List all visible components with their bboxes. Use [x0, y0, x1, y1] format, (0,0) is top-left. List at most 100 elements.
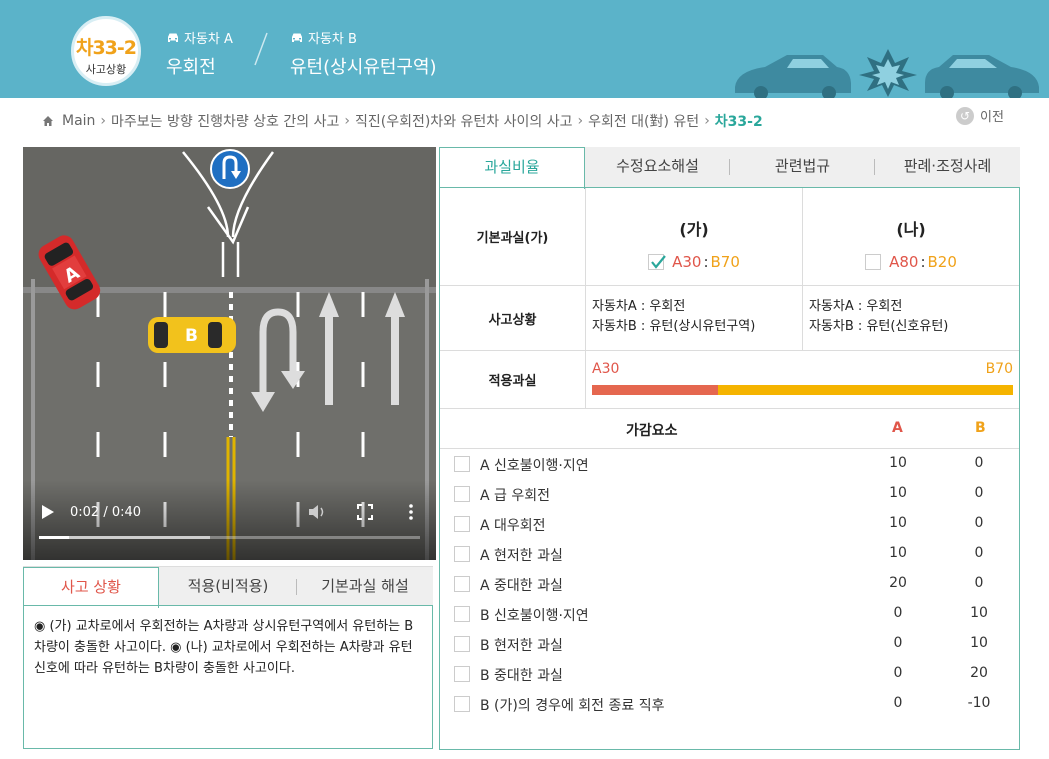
- situation-ga: 자동차A : 우회전 자동차B : 유턴(상시유턴구역): [586, 286, 803, 350]
- more-options-icon[interactable]: [407, 503, 415, 521]
- breadcrumb-current: 차33-2: [714, 114, 763, 130]
- vehicle-a-label: 자동차 A: [184, 32, 233, 47]
- option-ga-a: A30: [672, 253, 702, 271]
- situation-ga-line2: 자동차B : 유턴(상시유턴구역): [592, 319, 756, 334]
- modifier-checkbox[interactable]: [454, 486, 470, 502]
- car-icon: [292, 33, 302, 42]
- option-na-title: (나): [896, 220, 926, 239]
- modifier-checkbox[interactable]: [454, 636, 470, 652]
- modifier-b-value: -10: [967, 695, 991, 711]
- video-progress-bar[interactable]: [39, 536, 420, 539]
- modifier-checkbox[interactable]: [454, 576, 470, 592]
- modifier-checkbox[interactable]: [454, 546, 470, 562]
- option-na-a: A80: [889, 253, 919, 271]
- modifier-a-value: 0: [893, 695, 903, 711]
- modifiers-title: 가감요소: [626, 423, 678, 439]
- modifier-a-value: 20: [889, 575, 907, 591]
- tab-modifier-explain[interactable]: 수정요소해설: [585, 147, 730, 188]
- tab-modifier-explain-label: 수정요소해설: [616, 157, 699, 175]
- breadcrumb-level-2[interactable]: 직진(우회전)차와 유턴차 사이의 사고: [355, 111, 572, 131]
- modifier-b-value: 0: [974, 455, 984, 471]
- header-banner: 차33-2 사고상황 자동차 A 우회전 자동차 B 유턴(상시유턴구역): [0, 0, 1049, 98]
- modifier-b-value: 0: [974, 515, 984, 531]
- case-code: 차33-2: [75, 37, 137, 59]
- situation-na-line2: 자동차B : 유턴(신호유턴): [809, 319, 949, 334]
- modifier-row[interactable]: A 신호불이행·지연 10 0: [440, 449, 1019, 479]
- fault-ratio-panel: 기본과실(가) (가) A30: B70 (나) A80: B20 사고상황 자동차…: [439, 187, 1020, 750]
- vehicle-b-label: 자동차 B: [308, 32, 357, 47]
- prev-button[interactable]: ↺ 이전: [956, 106, 1004, 125]
- option-ga-checkbox[interactable]: [648, 254, 666, 270]
- modifier-b-value: 20: [970, 665, 988, 681]
- option-ga[interactable]: (가) A30: B70: [586, 188, 803, 285]
- modifier-a-value: 10: [889, 545, 907, 561]
- modifier-row[interactable]: B (가)의 경우에 회전 종료 직후 0 -10: [440, 689, 1019, 719]
- video-progress-fill: [39, 536, 70, 539]
- modifiers-header: 가감요소 A B: [440, 409, 1019, 449]
- car-b-letter: B: [185, 326, 198, 346]
- accident-video-player[interactable]: A B 0:02 / 0:40: [23, 147, 436, 560]
- situation-description: ◉ (가) 교차로에서 우회전하는 A차량과 상시유턴구역에서 유턴하는 B차량…: [23, 605, 433, 749]
- vehicle-a-info: 자동차 A 우회전: [166, 28, 233, 79]
- breadcrumb-level-3[interactable]: 우회전 대(對) 유턴: [588, 111, 699, 131]
- situation-na: 자동차A : 우회전 자동차B : 유턴(신호유턴): [803, 286, 1019, 350]
- modifier-checkbox[interactable]: [454, 666, 470, 682]
- situation-na-line1: 자동차A : 우회전: [809, 299, 903, 314]
- modifier-b-value: 10: [970, 605, 988, 621]
- breadcrumb-sep-icon: ›: [704, 113, 710, 129]
- tab-accident-situation[interactable]: 사고 상황: [23, 567, 159, 608]
- car-crash-illustration: [735, 49, 1039, 98]
- case-badge: 차33-2 사고상황: [71, 16, 141, 86]
- modifier-checkbox[interactable]: [454, 516, 470, 532]
- modifier-row[interactable]: B 현저한 과실 0 10: [440, 629, 1019, 659]
- modifier-row[interactable]: B 중대한 과실 0 20: [440, 659, 1019, 689]
- vehicle-b-info: 자동차 B 유턴(상시유턴구역): [290, 28, 437, 79]
- option-na-checkbox[interactable]: [865, 254, 882, 270]
- home-icon[interactable]: [42, 115, 54, 127]
- situation-label: 사고상황: [440, 286, 586, 350]
- tab-precedents[interactable]: 판례·조정사례: [875, 147, 1020, 188]
- breadcrumb-main[interactable]: Main: [62, 113, 95, 129]
- tab-applicability[interactable]: 적용(비적용): [159, 567, 297, 607]
- modifier-b-value: 10: [970, 635, 988, 651]
- vehicle-b-value: 유턴(상시유턴구역): [290, 57, 437, 78]
- tab-related-law[interactable]: 관련법규: [730, 147, 875, 188]
- volume-icon[interactable]: [308, 504, 326, 520]
- modifier-checkbox[interactable]: [454, 456, 470, 472]
- modifier-b-value: 0: [974, 485, 984, 501]
- tab-related-law-label: 관련법규: [774, 157, 831, 175]
- modifier-row[interactable]: A 중대한 과실 20 0: [440, 569, 1019, 599]
- option-na-b: B20: [927, 253, 957, 271]
- tab-basic-fault-explain[interactable]: 기본과실 해설: [297, 567, 433, 607]
- applied-fault-bar-a: [592, 385, 719, 395]
- video-time: 0:02 / 0:40: [70, 505, 142, 520]
- tab-applicability-label: 적용(비적용): [187, 577, 269, 595]
- option-na[interactable]: (나) A80: B20: [803, 188, 1019, 285]
- applied-fault-row: 적용과실 A30 B70: [440, 351, 1019, 409]
- modifier-label: A 신호불이행·지연: [480, 458, 589, 474]
- modifier-row[interactable]: A 급 우회전 10 0: [440, 479, 1019, 509]
- modifier-checkbox[interactable]: [454, 606, 470, 622]
- divider-slash: [254, 32, 268, 66]
- play-icon[interactable]: [41, 504, 55, 520]
- tab-fault-ratio[interactable]: 과실비율: [439, 147, 585, 189]
- modifiers-col-a: A: [892, 420, 903, 436]
- prev-label: 이전: [980, 110, 1004, 125]
- applied-b-label: B70: [985, 361, 1013, 377]
- modifier-a-value: 10: [889, 485, 907, 501]
- situation-ga-line1: 자동차A : 우회전: [592, 299, 686, 314]
- checkmark-icon: [651, 255, 666, 269]
- basic-fault-label: 기본과실(가): [440, 188, 586, 285]
- breadcrumb: Main › 마주보는 방향 진행차량 상호 간의 사고 › 직진(우회전)차와…: [42, 111, 763, 131]
- fullscreen-icon[interactable]: [357, 504, 373, 520]
- modifier-b-value: 0: [974, 545, 984, 561]
- modifier-row[interactable]: A 대우회전 10 0: [440, 509, 1019, 539]
- back-arrow-icon: ↺: [956, 106, 974, 125]
- modifier-label: A 대우회전: [480, 518, 546, 534]
- breadcrumb-level-1[interactable]: 마주보는 방향 진행차량 상호 간의 사고: [111, 111, 339, 131]
- applied-fault-bar: [592, 385, 1013, 395]
- modifier-row[interactable]: B 신호불이행·지연 0 10: [440, 599, 1019, 629]
- modifier-label: B 중대한 과실: [480, 668, 563, 684]
- modifier-row[interactable]: A 현저한 과실 10 0: [440, 539, 1019, 569]
- modifier-checkbox[interactable]: [454, 696, 470, 712]
